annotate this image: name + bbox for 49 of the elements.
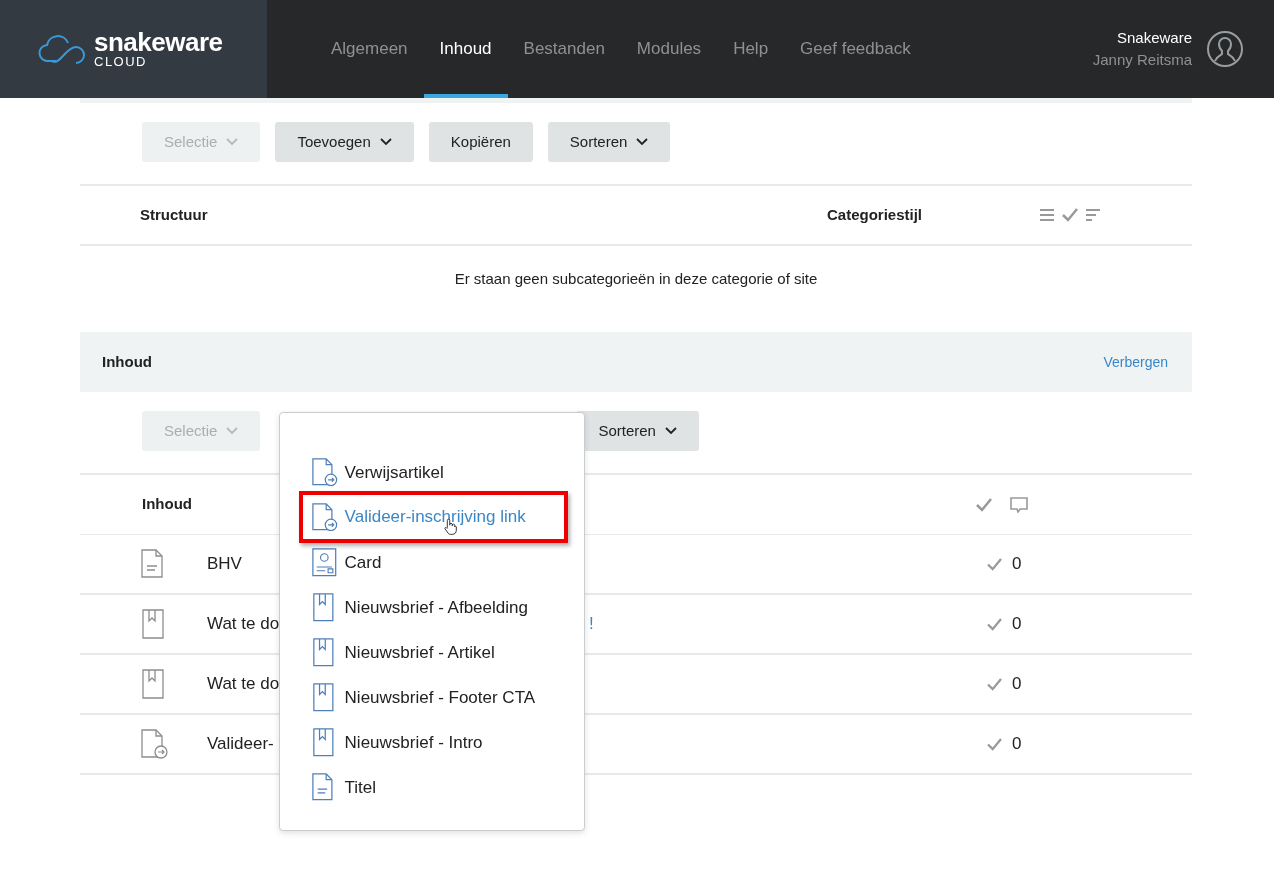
toolbar-button[interactable]: Sorteren — [547, 122, 671, 162]
row-title[interactable]: BHV — [207, 554, 242, 574]
count-value: 0 — [1011, 613, 1023, 636]
check-icon — [987, 677, 1002, 691]
page-arrow-icon — [140, 729, 168, 759]
card-icon — [311, 548, 338, 577]
count-value: 0 — [1011, 673, 1023, 696]
nav-tab[interactable]: Help — [717, 0, 785, 98]
comment-icon[interactable] — [1010, 496, 1028, 513]
organization-name: Snakeware — [1115, 27, 1192, 48]
check-icon — [987, 557, 1002, 571]
count-value: 0 — [1011, 733, 1023, 756]
list-icon[interactable] — [1040, 209, 1054, 221]
menu-item[interactable]: Nieuwsbrief - Afbeelding — [305, 585, 568, 630]
page-arrow-icon — [311, 502, 338, 532]
hide-link[interactable]: Verbergen — [1103, 351, 1168, 373]
check-icon — [987, 737, 1002, 751]
menu-item[interactable]: Nieuwsbrief - Artikel — [305, 630, 568, 675]
brand-subtitle: CLOUD — [94, 55, 148, 69]
count-value: 0 — [1011, 553, 1023, 576]
menu-item[interactable]: Card — [305, 540, 568, 585]
menu-item[interactable]: Titel — [305, 765, 568, 810]
user-avatar-icon[interactable] — [1206, 30, 1244, 68]
column-header: Structuur — [140, 204, 208, 225]
nav-tab[interactable]: Modules — [620, 0, 718, 98]
column-header: Inhoud — [142, 494, 192, 515]
page-arrow-icon — [311, 458, 338, 487]
nav-tab[interactable]: Algemeen — [315, 0, 424, 98]
nav-tab[interactable]: Geef feedback — [784, 0, 927, 98]
brand-name: snakeware — [94, 29, 223, 55]
empty-message: Er staan geen subcategorieën in deze categorie of site — [454, 270, 818, 287]
check-icon[interactable] — [976, 497, 992, 512]
row-title[interactable]: Valideer- — [207, 734, 274, 754]
cloud-logo-icon — [38, 33, 86, 65]
toolbar-button[interactable]: Toevoegen — [275, 122, 414, 162]
nav-tab[interactable]: Bestanden — [507, 0, 621, 98]
check-icon — [987, 617, 1002, 631]
check-icon[interactable] — [1062, 208, 1078, 222]
column-header: Categoriestijl — [826, 204, 922, 225]
row-title[interactable]: Wat te do — [207, 614, 280, 634]
sort-icon[interactable] — [1086, 209, 1100, 221]
user-name: Janny Reitsma — [1092, 50, 1192, 70]
toolbar-button[interactable]: Sorteren — [576, 411, 699, 451]
toolbar-button[interactable]: Kopiëren — [428, 122, 533, 162]
menu-item[interactable]: Nieuwsbrief - Intro — [305, 720, 568, 765]
section-title: Inhoud — [102, 351, 152, 372]
row-title[interactable]: Wat te do — [207, 674, 280, 694]
row-title-end[interactable]: ! — [589, 611, 594, 637]
menu-item[interactable]: Nieuwsbrief - Footer CTA — [305, 675, 568, 720]
